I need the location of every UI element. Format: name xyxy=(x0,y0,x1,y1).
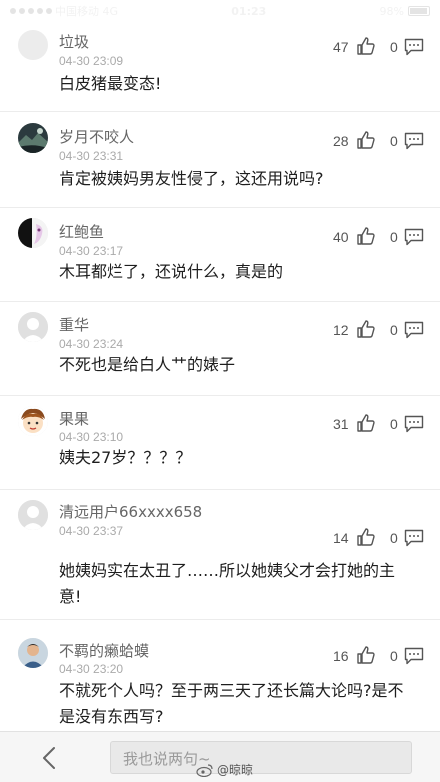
status-bar: 中国移动 4G 01:23 98% xyxy=(0,0,440,22)
battery-percent: 98% xyxy=(379,4,404,18)
comment-text: 姨夫27岁？？？？ xyxy=(59,448,192,467)
comment-item: 岁月不咬人 04-30 23:31 28 0 肯定被姨妈男友性侵了，这还用说吗? xyxy=(0,112,440,208)
comment-username[interactable]: 清远用户66xxxx658 xyxy=(59,501,202,522)
reply-bubble-icon[interactable] xyxy=(404,132,424,150)
cartoon-face-avatar-icon[interactable] xyxy=(18,406,48,436)
signal-indicator: 中国移动 4G xyxy=(10,3,118,19)
comment-time: 04-30 23:10 xyxy=(59,430,124,444)
like-count: 12 xyxy=(333,322,349,338)
default-person-avatar-icon[interactable] xyxy=(18,312,48,342)
comment-time: 04-30 23:20 xyxy=(59,662,124,676)
reply-bubble-icon[interactable] xyxy=(404,228,424,246)
reply-bubble-icon[interactable] xyxy=(404,321,424,339)
comment-username[interactable]: 垃圾 xyxy=(59,31,89,52)
reply-count: 0 xyxy=(390,416,398,432)
back-arrow-icon[interactable] xyxy=(36,744,64,772)
like-count: 16 xyxy=(333,648,349,664)
watermark: @晾晾 xyxy=(196,761,253,778)
comment-item: 重华 04-30 23:24 12 0 不死也是给白人艹的婊子 xyxy=(0,302,440,396)
like-count: 47 xyxy=(333,39,349,55)
comment-input[interactable]: 我也说两句~ xyxy=(110,741,412,774)
thumbs-up-icon[interactable] xyxy=(356,645,376,665)
thumbs-up-icon[interactable] xyxy=(356,527,376,547)
reply-count: 0 xyxy=(390,229,398,245)
gray-blank-avatar-icon[interactable] xyxy=(18,30,48,60)
reply-count: 0 xyxy=(390,530,398,546)
comment-text: 不死也是给白人艹的婊子 xyxy=(59,355,236,374)
comment-item: 垃圾 04-30 23:09 47 0 白皮猪最变态! xyxy=(0,20,440,112)
comment-text: 白皮猪最变态! xyxy=(59,74,162,93)
black-white-cartoon-avatar-icon[interactable] xyxy=(18,218,48,248)
comment-item: 清远用户66xxxx658 04-30 23:37 14 0 她姨妈实在太丑了…… xyxy=(0,490,440,620)
comment-username[interactable]: 果果 xyxy=(59,408,89,429)
reply-bubble-icon[interactable] xyxy=(404,647,424,665)
comment-username[interactable]: 重华 xyxy=(59,314,89,335)
thumbs-up-icon[interactable] xyxy=(356,226,376,246)
comment-username[interactable]: 岁月不咬人 xyxy=(59,126,134,147)
watermark-text: @晾晾 xyxy=(217,763,254,777)
thumbs-up-icon[interactable] xyxy=(356,130,376,150)
comment-text: 不就死个人吗？至于两三天了还长篇大论吗?是不是没有东西写? xyxy=(59,681,404,726)
like-count: 40 xyxy=(333,229,349,245)
reply-count: 0 xyxy=(390,133,398,149)
comment-item: 不羁的癞蛤蟆 04-30 23:20 16 0 不就死个人吗？至于两三天了还长篇… xyxy=(0,620,440,731)
carrier-label: 中国移动 4G xyxy=(55,5,119,18)
comment-text: 肯定被姨妈男友性侵了，这还用说吗? xyxy=(59,169,324,188)
comment-item: 果果 04-30 23:10 31 0 姨夫27岁？？？？ xyxy=(0,396,440,490)
battery-icon xyxy=(408,6,430,16)
thumbs-up-icon[interactable] xyxy=(356,319,376,339)
clock: 01:23 xyxy=(231,4,267,18)
dark-landscape-avatar-icon[interactable] xyxy=(18,123,48,153)
reply-count: 0 xyxy=(390,322,398,338)
comment-time: 04-30 23:37 xyxy=(59,524,124,538)
like-count: 14 xyxy=(333,530,349,546)
comment-username[interactable]: 不羁的癞蛤蟆 xyxy=(59,640,149,661)
reply-count: 0 xyxy=(390,39,398,55)
like-count: 28 xyxy=(333,133,349,149)
comment-time: 04-30 23:17 xyxy=(59,244,124,258)
comment-username[interactable]: 红鲍鱼 xyxy=(59,221,104,242)
battery-indicator: 98% xyxy=(380,5,430,18)
weibo-logo-icon xyxy=(196,763,213,777)
reply-bubble-icon[interactable] xyxy=(404,415,424,433)
thumbs-up-icon[interactable] xyxy=(356,36,376,56)
thumbs-up-icon[interactable] xyxy=(356,413,376,433)
reply-bubble-icon[interactable] xyxy=(404,529,424,547)
comment-time: 04-30 23:31 xyxy=(59,149,124,163)
like-count: 31 xyxy=(333,416,349,432)
photo-man-avatar-icon[interactable] xyxy=(18,638,48,668)
comment-text: 木耳都烂了，还说什么，真是的 xyxy=(59,262,284,281)
comment-item: 红鲍鱼 04-30 23:17 40 0 木耳都烂了，还说什么，真是的 xyxy=(0,208,440,302)
comment-time: 04-30 23:09 xyxy=(59,54,124,68)
comment-text: 她姨妈实在太丑了……所以她姨父才会打她的主意! xyxy=(59,561,396,606)
reply-count: 0 xyxy=(390,648,398,664)
default-person-avatar-icon[interactable] xyxy=(18,500,48,530)
reply-bubble-icon[interactable] xyxy=(404,38,424,56)
comment-time: 04-30 23:24 xyxy=(59,337,124,351)
